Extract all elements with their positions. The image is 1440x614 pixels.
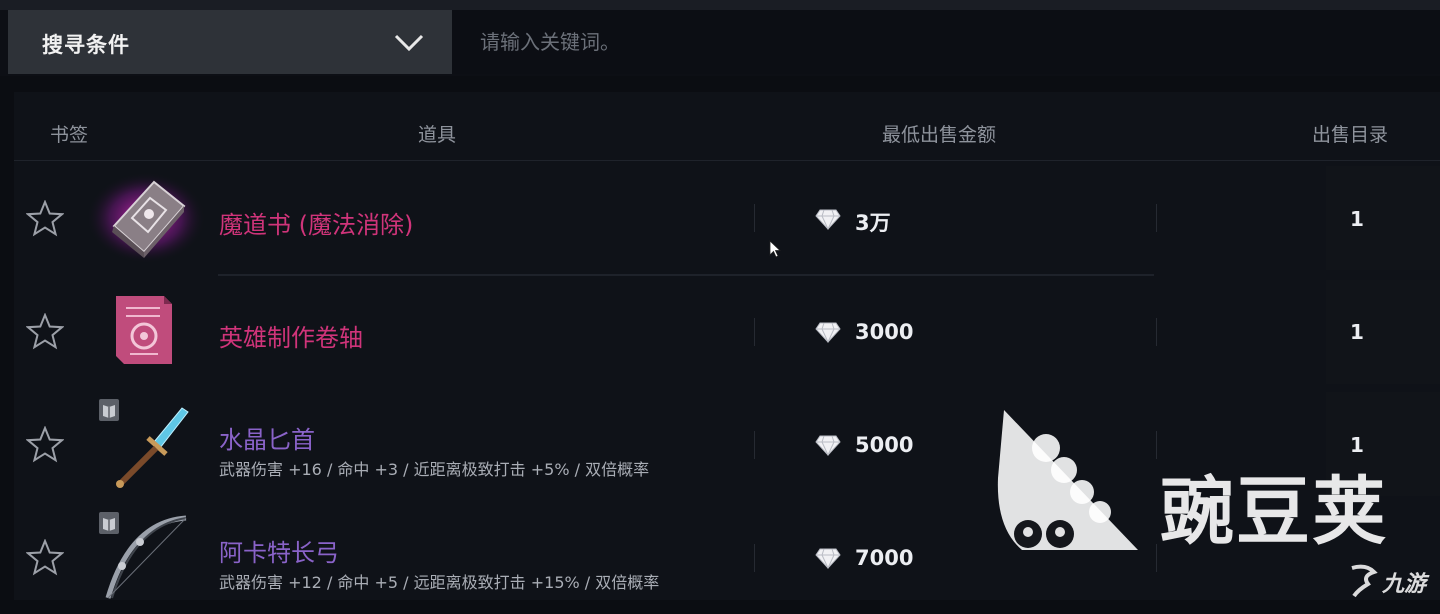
item-name[interactable]: 阿卡特长弓 xyxy=(219,533,339,568)
item-name[interactable]: 英雄制作卷轴 xyxy=(219,318,363,353)
listing-count-cell xyxy=(1326,166,1440,270)
chevron-down-icon xyxy=(394,34,424,52)
search-condition-dropdown[interactable]: 搜寻条件 xyxy=(8,10,452,74)
item-stats: 武器伤害 +12 / 命中 +5 / 远距离极致打击 +15% / 双倍概率 xyxy=(219,573,660,592)
column-separator xyxy=(1156,318,1157,346)
star-icon[interactable] xyxy=(26,539,64,577)
wandoujia-watermark-text: 豌豆荚 xyxy=(1160,469,1388,555)
cursor-icon xyxy=(769,240,781,258)
top-band xyxy=(0,0,1440,10)
dagger-icon xyxy=(116,407,189,488)
star-icon[interactable] xyxy=(26,426,64,464)
listing-count[interactable]: 1 xyxy=(1347,320,1367,344)
column-header-bookmark: 书签 xyxy=(50,124,89,146)
column-separator xyxy=(1156,204,1157,232)
item-stats: 武器伤害 +16 / 命中 +3 / 近距离极致打击 +5% / 双倍概率 xyxy=(219,460,650,479)
scroll-icon xyxy=(116,296,172,364)
diamond-icon xyxy=(815,209,841,230)
listing-count-cell xyxy=(1326,280,1440,384)
grimoire-icon xyxy=(86,172,206,264)
column-separator xyxy=(754,544,755,572)
item-price: 7000 xyxy=(855,546,914,570)
longbow-icon xyxy=(105,515,187,599)
column-separator xyxy=(754,431,755,459)
star-icon[interactable] xyxy=(26,313,64,351)
column-separator xyxy=(754,204,755,232)
column-separator xyxy=(754,318,755,346)
item-name[interactable]: 魔道书 (魔法消除) xyxy=(219,205,413,240)
search-condition-label: 搜寻条件 xyxy=(42,33,130,57)
item-price: 5000 xyxy=(855,433,914,457)
listing-count[interactable]: 1 xyxy=(1347,207,1367,231)
column-header-item: 道具 xyxy=(418,124,457,146)
diamond-icon xyxy=(815,322,841,343)
jiuyou-watermark-text: 九游 xyxy=(1382,572,1427,597)
keyword-search-input[interactable] xyxy=(452,10,1440,74)
diamond-icon xyxy=(815,435,841,456)
column-header-min-price: 最低出售金额 xyxy=(882,124,997,146)
diamond-icon xyxy=(815,548,841,569)
row-divider xyxy=(218,274,1154,276)
item-price: 3000 xyxy=(855,320,914,344)
item-name[interactable]: 水晶匕首 xyxy=(219,420,315,455)
item-price: 3万 xyxy=(855,211,891,235)
header-divider xyxy=(14,160,1440,161)
column-header-listing-count: 出售目录 xyxy=(1312,124,1389,146)
star-icon[interactable] xyxy=(26,200,64,238)
